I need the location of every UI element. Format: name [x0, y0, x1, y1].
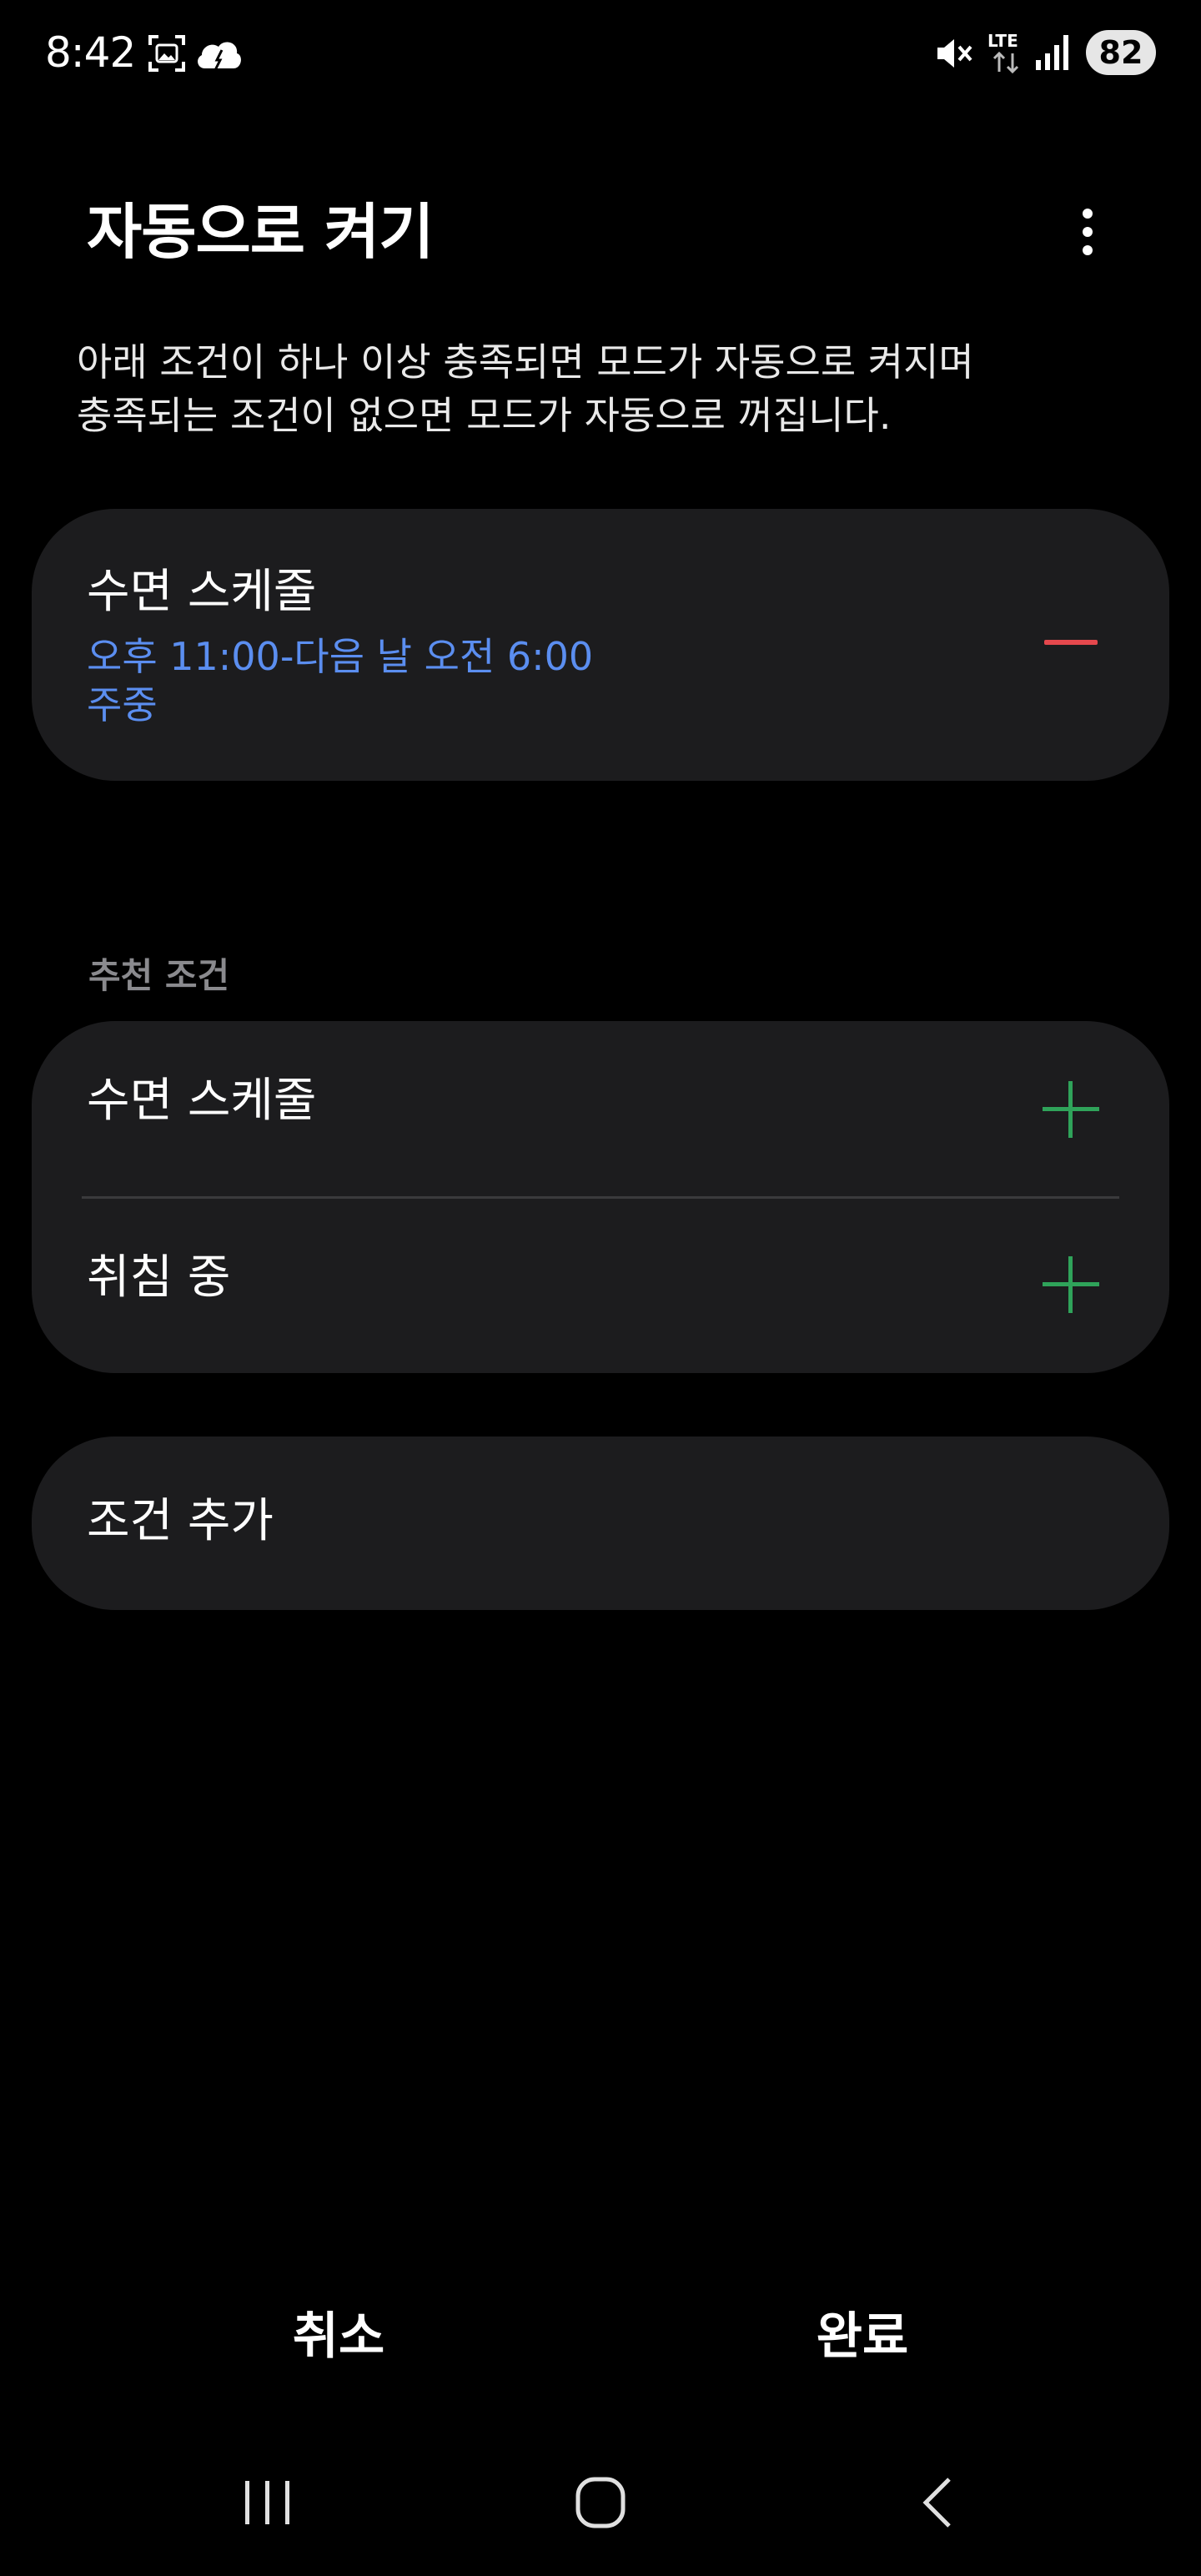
condition-time: 오후 11:00-다음 날 오전 6:00 — [87, 634, 594, 679]
battery-icon: 82 — [1086, 30, 1156, 75]
cancel-button[interactable]: 취소 — [214, 2301, 464, 2372]
section-label-recommended: 추천 조건 — [88, 955, 230, 996]
more-options-button[interactable] — [1058, 197, 1118, 267]
svg-text:LTE: LTE — [987, 31, 1018, 51]
status-bar: 8:42 LTE 82 — [0, 0, 1201, 108]
add-icon[interactable] — [1029, 1068, 1113, 1151]
more-vertical-icon — [1083, 209, 1093, 219]
list-item[interactable]: 수면 스케줄 — [32, 1021, 1169, 1196]
current-condition-card[interactable]: 수면 스케줄 오후 11:00-다음 날 오전 6:00 주중 — [32, 509, 1169, 781]
recents-button[interactable] — [217, 2469, 317, 2536]
more-vertical-icon-dot — [1083, 245, 1093, 255]
lte-icon: LTE — [987, 31, 1019, 74]
add-condition-label: 조건 추가 — [87, 1494, 274, 1548]
screenshot-icon — [148, 35, 185, 72]
home-button[interactable] — [550, 2469, 651, 2536]
add-condition-button[interactable]: 조건 추가 — [32, 1436, 1169, 1610]
back-button[interactable] — [887, 2469, 987, 2536]
home-icon — [575, 2477, 626, 2528]
description: 아래 조건이 하나 이상 충족되면 모드가 자동으로 켜지며 충족되는 조건이 … — [77, 335, 1128, 442]
more-vertical-icon-dot — [1083, 227, 1093, 237]
weather-icon — [198, 42, 241, 71]
description-line: 충족되는 조건이 없으면 모드가 자동으로 꺼집니다. — [77, 393, 892, 438]
status-time: 8:42 — [45, 28, 136, 77]
mute-icon — [937, 39, 972, 68]
description-line: 아래 조건이 하나 이상 충족되면 모드가 자동으로 켜지며 — [77, 340, 974, 385]
recents-icon — [245, 2481, 289, 2524]
signal-icon — [1036, 35, 1068, 70]
back-icon — [922, 2478, 951, 2528]
list-item[interactable]: 취침 중 — [32, 1198, 1169, 1373]
add-icon[interactable] — [1029, 1243, 1113, 1326]
condition-title: 수면 스케줄 — [87, 565, 317, 619]
recommended-conditions-card: 수면 스케줄 취침 중 — [32, 1021, 1169, 1373]
recommended-item-label: 수면 스케줄 — [87, 1074, 317, 1128]
remove-icon[interactable] — [1029, 601, 1113, 684]
recommended-item-label: 취침 중 — [87, 1250, 231, 1305]
done-button[interactable]: 완료 — [737, 2301, 987, 2372]
condition-days: 주중 — [87, 682, 158, 727]
page-title: 자동으로 켜기 — [87, 197, 435, 267]
